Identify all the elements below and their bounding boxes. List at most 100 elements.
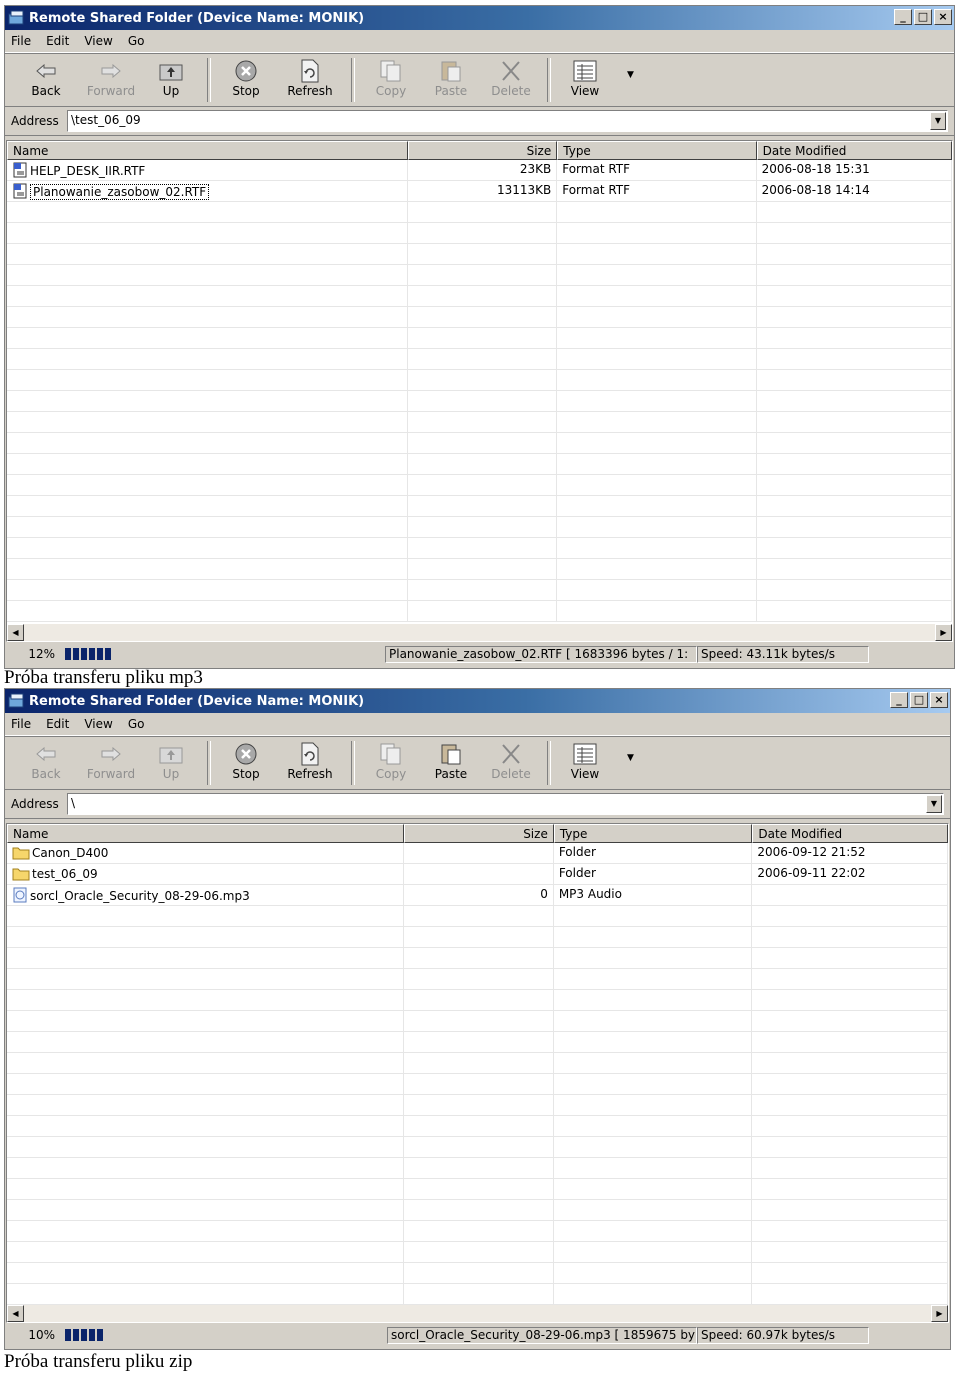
minimize-button[interactable]: _ bbox=[894, 9, 912, 25]
empty-cell bbox=[757, 391, 952, 411]
forward-button[interactable]: Forward bbox=[81, 54, 141, 106]
view-button[interactable]: View bbox=[557, 54, 613, 106]
empty-cell bbox=[757, 370, 952, 390]
column-header-size[interactable]: Size bbox=[407, 141, 558, 160]
empty-cell bbox=[557, 223, 757, 243]
empty-cell bbox=[7, 265, 408, 285]
column-header-size[interactable]: Size bbox=[404, 824, 554, 843]
address-dropdown-button[interactable]: ▼ bbox=[926, 795, 942, 813]
maximize-button[interactable]: □ bbox=[914, 9, 932, 25]
empty-cell bbox=[757, 538, 952, 558]
empty-cell bbox=[557, 391, 757, 411]
scroll-right-button[interactable]: ▶ bbox=[935, 624, 952, 641]
menu-edit[interactable]: Edit bbox=[46, 717, 69, 731]
empty-row bbox=[7, 906, 948, 927]
scroll-right-button[interactable]: ▶ bbox=[931, 1305, 948, 1322]
explorer-window-1: Remote Shared Folder (Device Name: MONIK… bbox=[4, 5, 955, 669]
paste-button[interactable]: Paste bbox=[421, 54, 481, 106]
address-input[interactable]: \test_06_09 ▼ bbox=[67, 110, 948, 132]
maximize-button[interactable]: □ bbox=[910, 692, 928, 708]
toolbar: Back Forward Up Stop Refresh Copy Paste bbox=[5, 736, 950, 790]
title-bar[interactable]: Remote Shared Folder (Device Name: MONIK… bbox=[5, 689, 950, 713]
empty-cell bbox=[7, 1179, 405, 1199]
list-item[interactable]: HELP_DESK_IIR.RTF 23KB Format RTF 2006-0… bbox=[7, 160, 952, 181]
empty-cell bbox=[404, 1263, 554, 1283]
menu-file[interactable]: File bbox=[11, 717, 31, 731]
empty-cell bbox=[554, 1053, 753, 1073]
caption-1: Próba transferu pliku mp3 bbox=[4, 667, 203, 688]
title-bar[interactable]: Remote Shared Folder (Device Name: MONIK… bbox=[5, 6, 954, 30]
empty-cell bbox=[7, 475, 408, 495]
copy-button[interactable]: Copy bbox=[361, 54, 421, 106]
list-item[interactable]: Canon_D400 Folder 2006-09-12 21:52 bbox=[7, 843, 948, 864]
empty-cell bbox=[752, 927, 948, 947]
list-item[interactable]: sorcl_Oracle_Security_08-29-06.mp3 0 MP3… bbox=[7, 885, 948, 906]
empty-cell bbox=[752, 906, 948, 926]
empty-cell bbox=[7, 1263, 405, 1283]
copy-icon bbox=[379, 743, 403, 765]
list-header: Name Size Type Date Modified bbox=[7, 141, 952, 160]
menu-go[interactable]: Go bbox=[128, 717, 145, 731]
column-header-date[interactable]: Date Modified bbox=[752, 824, 948, 843]
empty-cell bbox=[752, 1116, 948, 1136]
menu-view[interactable]: View bbox=[84, 34, 112, 48]
delete-button[interactable]: Delete bbox=[481, 737, 541, 789]
empty-cell bbox=[757, 328, 952, 348]
list-item[interactable]: Planowanie_zasobow_02.RTF 13113KB Format… bbox=[7, 181, 952, 202]
empty-cell bbox=[557, 244, 757, 264]
empty-row bbox=[7, 391, 952, 412]
close-button[interactable]: × bbox=[930, 692, 948, 708]
empty-cell bbox=[7, 1032, 405, 1052]
forward-button[interactable]: Forward bbox=[81, 737, 141, 789]
address-label: Address bbox=[11, 114, 59, 128]
horizontal-scrollbar[interactable]: ◀ ▶ bbox=[7, 1305, 948, 1322]
address-input[interactable]: \ ▼ bbox=[67, 793, 944, 815]
address-dropdown-button[interactable]: ▼ bbox=[930, 112, 946, 130]
empty-row bbox=[7, 496, 952, 517]
up-button[interactable]: Up bbox=[141, 737, 201, 789]
scroll-left-button[interactable]: ◀ bbox=[7, 1305, 24, 1322]
column-header-name[interactable]: Name bbox=[7, 824, 405, 843]
copy-button[interactable]: Copy bbox=[361, 737, 421, 789]
toolbar-separator bbox=[547, 58, 551, 102]
delete-button[interactable]: Delete bbox=[481, 54, 541, 106]
up-button[interactable]: Up bbox=[141, 54, 201, 106]
empty-cell bbox=[404, 1116, 554, 1136]
empty-cell bbox=[404, 1074, 554, 1094]
minimize-button[interactable]: _ bbox=[890, 692, 908, 708]
column-header-type[interactable]: Type bbox=[557, 141, 757, 160]
menu-edit[interactable]: Edit bbox=[46, 34, 69, 48]
file-list: Name Size Type Date Modified HELP_DESK_I… bbox=[6, 140, 953, 642]
stop-button[interactable]: Stop bbox=[217, 54, 275, 106]
empty-row bbox=[7, 454, 952, 475]
empty-cell bbox=[404, 927, 554, 947]
menu-view[interactable]: View bbox=[84, 717, 112, 731]
empty-cell bbox=[557, 559, 757, 579]
scroll-track[interactable] bbox=[24, 1305, 931, 1322]
empty-cell bbox=[757, 601, 952, 621]
stop-button[interactable]: Stop bbox=[217, 737, 275, 789]
horizontal-scrollbar[interactable]: ◀ ▶ bbox=[7, 624, 952, 641]
refresh-button[interactable]: Refresh bbox=[275, 54, 345, 106]
paste-button[interactable]: Paste bbox=[421, 737, 481, 789]
list-item[interactable]: test_06_09 Folder 2006-09-11 22:02 bbox=[7, 864, 948, 885]
menu-go[interactable]: Go bbox=[128, 34, 145, 48]
view-button[interactable]: View bbox=[557, 737, 613, 789]
empty-row bbox=[7, 265, 952, 286]
back-button[interactable]: Back bbox=[11, 737, 81, 789]
empty-row bbox=[7, 244, 952, 265]
empty-cell bbox=[557, 454, 757, 474]
back-button[interactable]: Back bbox=[11, 54, 81, 106]
view-dropdown-arrow-icon[interactable]: ▼ bbox=[627, 54, 634, 106]
menu-file[interactable]: File bbox=[11, 34, 31, 48]
column-header-date[interactable]: Date Modified bbox=[756, 141, 952, 160]
scroll-track[interactable] bbox=[24, 624, 935, 641]
column-header-type[interactable]: Type bbox=[553, 824, 753, 843]
close-button[interactable]: × bbox=[934, 9, 952, 25]
empty-row bbox=[7, 1011, 948, 1032]
transfer-speed: Speed: 43.11k bytes/s bbox=[697, 645, 869, 663]
refresh-button[interactable]: Refresh bbox=[275, 737, 345, 789]
scroll-left-button[interactable]: ◀ bbox=[7, 624, 24, 641]
column-header-name[interactable]: Name bbox=[7, 141, 408, 160]
view-dropdown-arrow-icon[interactable]: ▼ bbox=[627, 737, 634, 789]
